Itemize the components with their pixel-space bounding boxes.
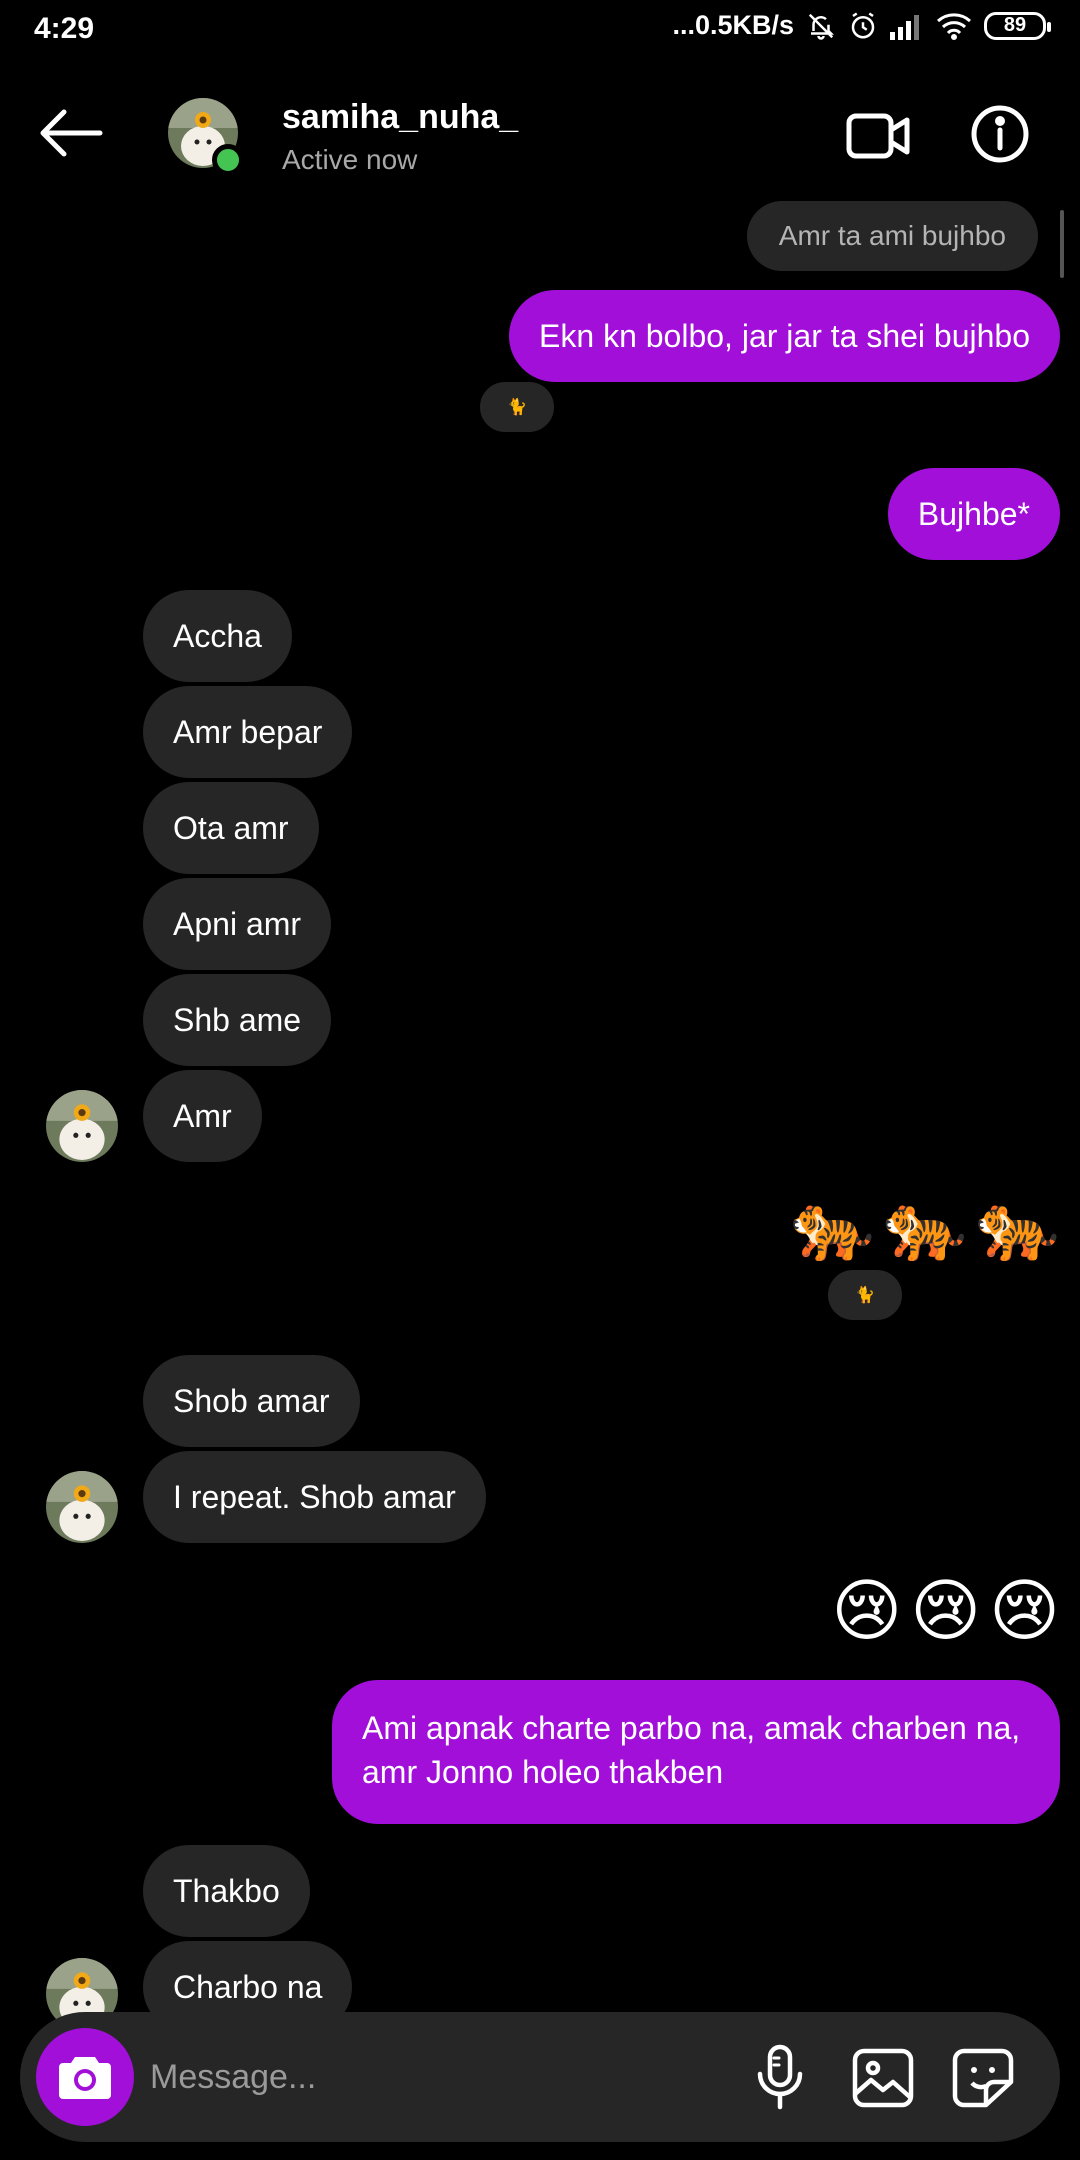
tiger-emoji: 🐅	[789, 1188, 875, 1264]
message-input[interactable]	[150, 2042, 730, 2112]
message-incoming[interactable]: Amr	[143, 1070, 262, 1162]
camera-button[interactable]	[36, 2028, 134, 2126]
avatar[interactable]	[46, 1471, 118, 1543]
alarm-icon	[851, 11, 875, 38]
message-reaction[interactable]: 🐈	[476, 378, 558, 436]
message-incoming[interactable]: I repeat. Shob amar	[143, 1451, 486, 1543]
message-outgoing[interactable]: Bujhbe*	[887, 468, 1060, 560]
signal-icon	[890, 14, 919, 40]
tiger-emoji: 🐅	[882, 1188, 968, 1264]
info-icon[interactable]	[970, 104, 1030, 164]
crying-emoji: 😢	[831, 1573, 903, 1649]
network-speed: ...0.5KB/s	[672, 10, 794, 40]
message-incoming[interactable]: Amr bepar	[143, 686, 353, 778]
mute-icon	[808, 13, 835, 40]
message-incoming[interactable]: Accha	[143, 590, 292, 682]
wifi-icon	[937, 12, 971, 40]
message-incoming[interactable]: Shb ame	[143, 974, 332, 1066]
crying-emoji: 😢	[910, 1573, 982, 1649]
sticker-icon[interactable]	[952, 2048, 1014, 2108]
battery-level: 89	[1003, 14, 1027, 36]
chat-header: samiha_nuha_ Active now	[0, 62, 1080, 212]
tiger-emoji: 🐅	[975, 1188, 1060, 1264]
status-bar: 4:29 ...0.5KB/s 89	[0, 0, 1080, 62]
contact-name[interactable]: samiha_nuha_	[282, 98, 518, 137]
message-outgoing[interactable]: Ekn kn bolbo, jar jar ta shei bujhbo	[509, 290, 1060, 382]
video-call-icon[interactable]	[846, 110, 910, 162]
online-indicator	[212, 144, 244, 176]
reply-preview[interactable]: Amr ta ami bujhbo	[746, 201, 1038, 271]
message-incoming[interactable]: Ota amr	[143, 782, 319, 874]
message-reaction[interactable]: 🐈	[824, 1266, 906, 1324]
crying-emoji: 😢	[989, 1573, 1060, 1649]
battery-icon: 89	[984, 11, 1051, 40]
message-incoming[interactable]: Thakbo	[143, 1845, 310, 1937]
avatar[interactable]	[46, 1090, 118, 1162]
status-icons: ...0.5KB/s 89	[672, 10, 1051, 41]
message-incoming[interactable]: Apni amr	[143, 878, 332, 970]
scrollbar[interactable]	[1060, 210, 1064, 278]
gallery-icon[interactable]	[852, 2048, 914, 2108]
microphone-icon[interactable]	[752, 2044, 808, 2110]
message-outgoing[interactable]: Ami apnak charte parbo na, amak charben …	[332, 1680, 1060, 1824]
message-incoming[interactable]: Shob amar	[143, 1355, 360, 1447]
emoji-message[interactable]: 🐅 🐅 🐅	[790, 1186, 1060, 1266]
status-time: 4:29	[34, 12, 95, 45]
back-arrow-icon[interactable]	[38, 108, 104, 158]
emoji-message[interactable]: 😢 😢 😢	[831, 1572, 1060, 1651]
camera-icon	[59, 2057, 111, 2099]
message-composer	[20, 2012, 1060, 2142]
contact-status: Active now	[282, 144, 418, 175]
